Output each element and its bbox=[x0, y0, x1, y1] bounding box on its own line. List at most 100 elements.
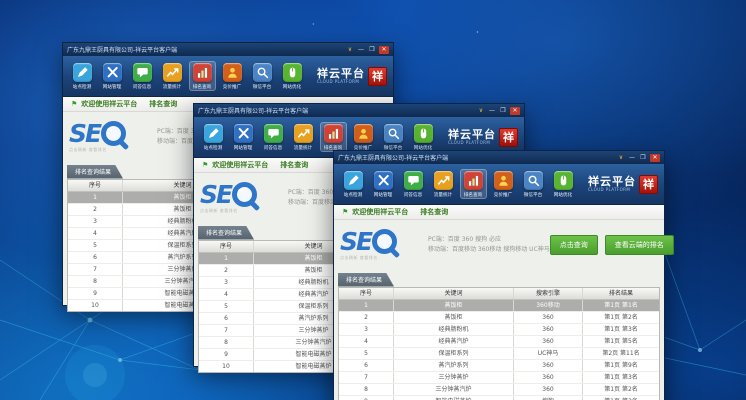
toolbar-item-site-manage[interactable]: 网站管理 bbox=[230, 122, 257, 152]
toolbar-item-site-check[interactable]: 站点检测 bbox=[340, 169, 367, 199]
window-content: ⚑ 欢迎使用祥云平台 排名查询 SE 点击刷新 查看排名 PC端：百度 360 … bbox=[334, 205, 664, 400]
site-manage-icon bbox=[103, 63, 122, 82]
maximize-button[interactable]: ❐ bbox=[639, 154, 647, 162]
site-check-icon bbox=[73, 63, 92, 82]
table-row[interactable]: 2蒸饭柜360第1页 第2名 bbox=[339, 312, 659, 324]
maximize-button[interactable]: ❐ bbox=[499, 107, 507, 115]
toolbar-item-wechat-platform[interactable]: 微信平台 bbox=[380, 122, 407, 152]
engine-line-mobile: 移动端：百度移动 360移动 搜狗移动 UC神马 bbox=[428, 245, 550, 255]
column-header: 关键词 bbox=[394, 288, 514, 299]
table-row[interactable]: 8三分钟蒸汽炉360第1页 第2名 bbox=[339, 384, 659, 396]
minimize-button[interactable]: — bbox=[357, 46, 365, 54]
toolbar-items: 站点检测 网站管理问答信息流量统计排名查询 竞价推广微信平台网站优化 bbox=[69, 61, 314, 91]
brand: 祥云平台 CLOUD PLATFORM 祥 bbox=[448, 128, 518, 147]
column-header: 序号 bbox=[199, 241, 254, 252]
table-row[interactable]: 4经典蒸汽炉360第1页 第5名 bbox=[339, 336, 659, 348]
toolbar-item-site-check[interactable]: 站点检测 bbox=[200, 122, 227, 152]
window-controls: ∨ — ❐ ✕ bbox=[477, 107, 520, 115]
window-titlebar[interactable]: 广东九鼎王厨具有限公司-祥云平台客户端 ∨ — ❐ ✕ bbox=[334, 151, 664, 164]
toolbar-item-label: 站点检测 bbox=[73, 83, 91, 89]
toolbar-item-bid-promotion[interactable]: 竞价推广 bbox=[350, 122, 377, 152]
window-titlebar[interactable]: 广东九鼎王厨具有限公司-祥云平台客户端 ∨ — ❐ ✕ bbox=[194, 104, 524, 117]
wechat-platform-icon bbox=[253, 63, 272, 82]
view-cloud-rank-button[interactable]: 查看云端的排名 bbox=[605, 235, 674, 255]
toolbar-item-site-check[interactable]: 站点检测 bbox=[69, 61, 96, 91]
table-cell: 第1页 第5名 bbox=[583, 336, 659, 347]
seo-header-row: SE 点击刷新 查看排名 PC端：百度 360 搜狗 必应 移动端：百度移动 3… bbox=[338, 220, 660, 267]
toolbar-item-traffic-stats[interactable]: 流量统计 bbox=[159, 61, 186, 91]
toolbar-item-bid-promotion[interactable]: 竞价推广 bbox=[490, 169, 517, 199]
welcome-text: 欢迎使用祥云平台 bbox=[352, 207, 408, 217]
toolbar-item-bid-promotion[interactable]: 竞价推广 bbox=[219, 61, 246, 91]
toolbar-item-label: 流量统计 bbox=[294, 144, 312, 150]
toolbar-item-qa-info[interactable]: 问答信息 bbox=[400, 169, 427, 199]
table-cell: 第1页 第3名 bbox=[583, 396, 659, 400]
toolbar-item-traffic-stats[interactable]: 流量统计 bbox=[430, 169, 457, 199]
table-cell: 7 bbox=[339, 372, 394, 383]
table-header: 序号关键词搜索引擎排名结果 bbox=[339, 288, 659, 300]
welcome-section-label: 排名查询 bbox=[149, 99, 177, 109]
toolbar-item-site-optimize[interactable]: 网站优化 bbox=[410, 122, 437, 152]
toolbar-item-traffic-stats[interactable]: 流量统计 bbox=[290, 122, 317, 152]
brand: 祥云平台 CLOUD PLATFORM 祥 bbox=[317, 67, 387, 86]
toolbar-item-site-optimize[interactable]: 网站优化 bbox=[550, 169, 577, 199]
table-row[interactable]: 6蒸汽炉系列360第1页 第9名 bbox=[339, 360, 659, 372]
seo-logo: SE 点击刷新 查看排名 bbox=[200, 182, 284, 214]
table-cell: 3 bbox=[339, 324, 394, 335]
wechat-platform-icon bbox=[384, 124, 403, 143]
table-cell: 经典蒸汽炉 bbox=[394, 336, 514, 347]
table-row[interactable]: 1蒸饭柜360移动第1页 第1名 bbox=[339, 300, 659, 312]
toolbar-item-wechat-platform[interactable]: 微信平台 bbox=[249, 61, 276, 91]
brand-logo: 祥 bbox=[368, 67, 387, 86]
seo-logo-caption: 点击刷新 查看排名 bbox=[69, 147, 153, 153]
welcome-section-label: 排名查询 bbox=[280, 160, 308, 170]
query-button[interactable]: 点击查询 bbox=[550, 235, 598, 255]
table-cell: 第1页 第3名 bbox=[583, 372, 659, 383]
toolbar-item-rank-query[interactable]: 排名查询 bbox=[460, 169, 487, 199]
table-row[interactable]: 7三分钟蒸炉360第1页 第3名 bbox=[339, 372, 659, 384]
toolbar-item-label: 网站优化 bbox=[283, 83, 301, 89]
minimize-button[interactable]: — bbox=[628, 154, 636, 162]
brand-name: 祥云平台 bbox=[588, 176, 636, 187]
table-row[interactable]: 9智能电磁蒸炉搜狗第1页 第3名 bbox=[339, 396, 659, 400]
maximize-button[interactable]: ❐ bbox=[368, 46, 376, 54]
table-cell: 1 bbox=[339, 300, 394, 311]
table-cell: 4 bbox=[339, 336, 394, 347]
toolbar-item-qa-info[interactable]: 问答信息 bbox=[129, 61, 156, 91]
magnifier-icon bbox=[232, 182, 257, 207]
table-cell: 7 bbox=[68, 264, 123, 275]
table-cell: 4 bbox=[199, 289, 254, 300]
toolbar-item-wechat-platform[interactable]: 微信平台 bbox=[520, 169, 547, 199]
traffic-chart-icon bbox=[434, 171, 453, 190]
skin-button[interactable]: ∨ bbox=[346, 46, 354, 54]
tab-ranking-results[interactable]: 排名查询结果 bbox=[67, 165, 123, 179]
close-button[interactable]: ✕ bbox=[650, 154, 660, 162]
toolbar-item-label: 排名查询 bbox=[193, 83, 211, 89]
toolbar-item-qa-info[interactable]: 问答信息 bbox=[260, 122, 287, 152]
toolbar-item-site-optimize[interactable]: 网站优化 bbox=[279, 61, 306, 91]
mouse-icon bbox=[283, 63, 302, 82]
table-cell: 4 bbox=[68, 228, 123, 239]
brand-logo: 祥 bbox=[639, 175, 658, 194]
toolbar-item-rank-query[interactable]: 排名查询 bbox=[189, 61, 216, 91]
toolbar-item-site-manage[interactable]: 网站管理 bbox=[370, 169, 397, 199]
close-button[interactable]: ✕ bbox=[510, 107, 520, 115]
table-cell: 360 bbox=[514, 324, 583, 335]
table-cell: 2 bbox=[199, 265, 254, 276]
table-row[interactable]: 3经典肠粉机360第1页 第3名 bbox=[339, 324, 659, 336]
skin-button[interactable]: ∨ bbox=[617, 154, 625, 162]
table-cell: 5 bbox=[339, 348, 394, 359]
flag-icon: ⚑ bbox=[342, 209, 348, 216]
window-titlebar[interactable]: 广东九鼎王厨具有限公司-祥云平台客户端 ∨ — ❐ ✕ bbox=[63, 43, 393, 56]
minimize-button[interactable]: — bbox=[488, 107, 496, 115]
table-row[interactable]: 5保温柜系列UC神马第2页 第11名 bbox=[339, 348, 659, 360]
table-cell: 360 bbox=[514, 372, 583, 383]
tab-ranking-results[interactable]: 排名查询结果 bbox=[198, 226, 254, 240]
toolbar-item-site-manage[interactable]: 网站管理 bbox=[99, 61, 126, 91]
table-cell: 蒸饭柜 bbox=[394, 312, 514, 323]
toolbar-item-rank-query[interactable]: 排名查询 bbox=[320, 122, 347, 152]
table-cell: 第1页 第2名 bbox=[583, 384, 659, 395]
tab-ranking-results[interactable]: 排名查询结果 bbox=[338, 273, 394, 287]
close-button[interactable]: ✕ bbox=[379, 46, 389, 54]
skin-button[interactable]: ∨ bbox=[477, 107, 485, 115]
